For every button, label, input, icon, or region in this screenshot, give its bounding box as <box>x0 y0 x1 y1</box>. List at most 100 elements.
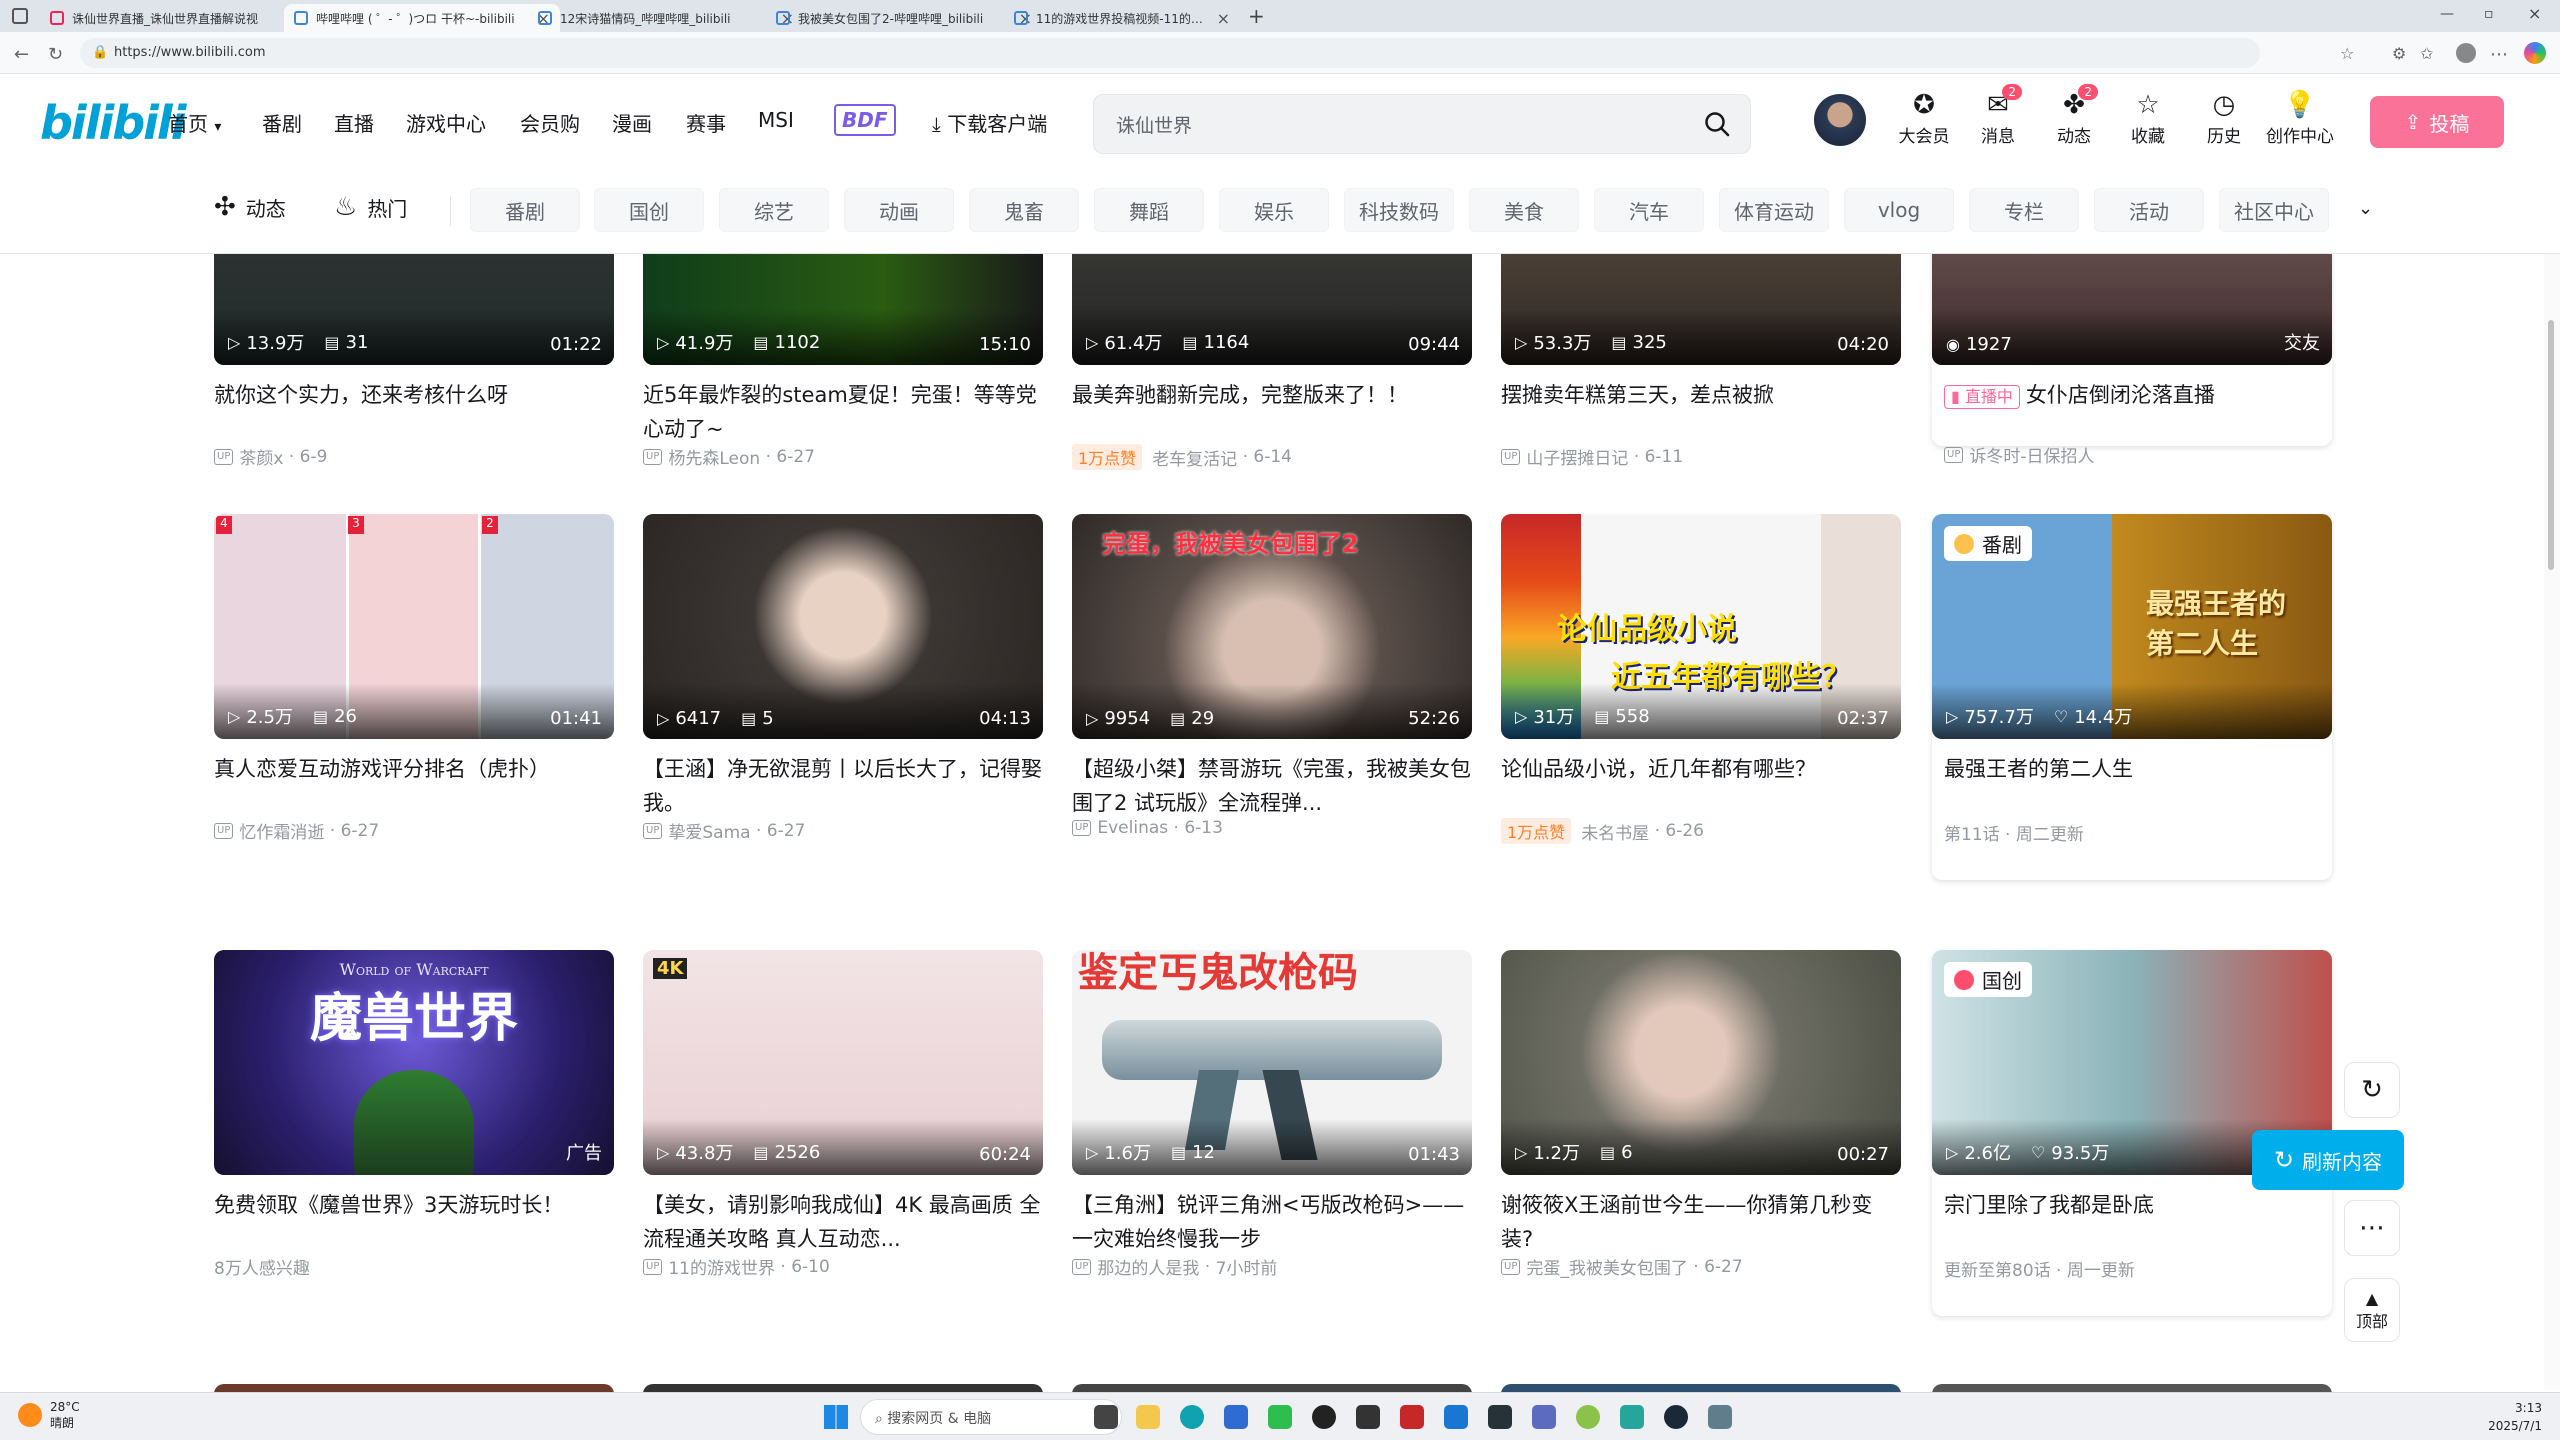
search-box[interactable] <box>1093 94 1751 154</box>
category-chip[interactable]: 体育运动 <box>1719 188 1829 232</box>
live-card[interactable]: ◉ 1927 交友 ▮ 直播中 女仆店倒闭沦落直播 UP 诉冬时-日保招人 <box>1932 254 2332 467</box>
browser-tab[interactable]: 我被美女包围了2-哔哩哔哩_bilibili × <box>766 4 1042 32</box>
store-icon[interactable] <box>1224 1405 1248 1429</box>
author[interactable]: 茶颜x <box>239 444 283 469</box>
taskbar-search[interactable]: ⌕ 搜索网页 & 电脑 <box>860 1399 1122 1435</box>
video-title[interactable]: 近5年最炸裂的steam夏促！完蛋！等等党心动了~ <box>643 378 1043 446</box>
category-chip[interactable]: 娱乐 <box>1219 188 1329 232</box>
live-title[interactable]: ▮ 直播中 女仆店倒闭沦落直播 <box>1944 378 2324 412</box>
video-title[interactable]: 真人恋爱互动游戏评分排名（虎扑） <box>214 752 614 786</box>
header-vip[interactable]: ✪ 大会员 <box>1894 88 1954 147</box>
author[interactable]: 诉冬时-日保招人 <box>1969 442 2094 467</box>
chevron-down-icon[interactable]: ⌄ <box>2358 198 2373 219</box>
category-chip[interactable]: 舞蹈 <box>1094 188 1204 232</box>
live-thumbnail[interactable]: ◉ 1927 交友 <box>1932 254 2332 365</box>
change-batch-button[interactable]: ↻ <box>2344 1062 2400 1118</box>
app-icon[interactable] <box>1356 1405 1380 1429</box>
clock[interactable]: 3:13 2025/7/1 <box>2470 1399 2542 1435</box>
new-tab-button[interactable]: + <box>1248 4 1265 28</box>
download-client-link[interactable]: ⤓ 下载客户端 <box>932 108 1047 137</box>
header-history[interactable]: ◷ 历史 <box>2194 88 2254 147</box>
category-chip[interactable]: 科技数码 <box>1344 188 1454 232</box>
browser-tab[interactable]: 11的游戏世界投稿视频-11的游戏 × <box>1004 4 1240 32</box>
video-thumbnail[interactable]: 4K ▷ 43.8万 ▤ 2526 60:24 <box>643 950 1043 1175</box>
app-icon[interactable] <box>1620 1405 1644 1429</box>
weather-widget[interactable]: 28°C 晴朗 <box>18 1399 80 1431</box>
author[interactable]: Evelinas <box>1097 818 1168 838</box>
category-chip[interactable]: 美食 <box>1469 188 1579 232</box>
search-icon[interactable] <box>1702 109 1732 139</box>
video-title[interactable]: 【超级小桀】禁哥游玩《完蛋，我被美女包围了2 试玩版》全流程弹... <box>1072 752 1472 820</box>
bangumi-thumbnail[interactable]: 最强王者的第二人生 番剧 ▷ 757.7万 ♡ 14.4万 <box>1932 514 2332 739</box>
category-chip[interactable]: 鬼畜 <box>969 188 1079 232</box>
nav-match[interactable]: 赛事 <box>686 108 726 137</box>
qq-icon[interactable] <box>1312 1405 1336 1429</box>
video-thumbnail[interactable]: ▷ 41.9万 ▤ 1102 15:10 <box>643 254 1043 365</box>
nav-game-center[interactable]: 游戏中心 <box>406 108 486 137</box>
file-explorer-icon[interactable] <box>1136 1405 1160 1429</box>
profile-icon[interactable] <box>2456 43 2476 63</box>
author[interactable]: 完蛋_我被美女包围了 <box>1526 1254 1688 1279</box>
nav-live[interactable]: 直播 <box>334 108 374 137</box>
back-to-top-button[interactable]: ▲ 顶部 <box>2344 1278 2400 1342</box>
url-field[interactable]: https://www.bilibili.com <box>80 38 2260 68</box>
video-title[interactable]: 【美女，请别影响我成仙】4K 最高画质 全流程通关攻略 真人互动恋... <box>643 1188 1043 1256</box>
category-chip[interactable]: 汽车 <box>1594 188 1704 232</box>
video-title[interactable]: 论仙品级小说，近几年都有哪些？ <box>1501 752 1901 786</box>
author[interactable]: 未名书屋 <box>1581 819 1649 844</box>
header-creator-center[interactable]: 💡 创作中心 <box>2260 88 2340 147</box>
nav-msi[interactable]: MSI <box>758 108 794 132</box>
author[interactable]: 那边的人是我 <box>1097 1254 1199 1279</box>
video-thumbnail[interactable]: 论仙品级小说 近五年都有哪些？ ▷ 31万 ▤ 558 02:37 <box>1501 514 1901 739</box>
start-button[interactable] <box>824 1405 848 1429</box>
close-icon[interactable]: × <box>1217 9 1230 28</box>
category-chip[interactable]: 专栏 <box>1969 188 2079 232</box>
bangumi-card[interactable]: 最强王者的第二人生 番剧 ▷ 757.7万 ♡ 14.4万 最强王者的第二人生 第11… <box>1932 514 2332 880</box>
app-icon[interactable] <box>1708 1405 1732 1429</box>
category-chip[interactable]: vlog <box>1844 188 1954 232</box>
maximize-icon[interactable]: ▫ <box>2484 6 2494 22</box>
video-thumbnail[interactable] <box>214 1384 614 1392</box>
app-icon[interactable] <box>1400 1405 1424 1429</box>
header-messages[interactable]: ✉ 2 消息 <box>1968 84 2028 147</box>
window-close-icon[interactable]: × <box>2528 4 2541 23</box>
header-favorites[interactable]: ☆ 收藏 <box>2118 88 2178 147</box>
author[interactable]: 杨先森Leon <box>668 444 760 469</box>
author[interactable]: 挚爱Sama <box>668 818 750 843</box>
nav-home[interactable]: 首页 ▾ <box>168 108 221 137</box>
ad-thumbnail[interactable]: World of Warcraft 魔兽世界 广告 <box>214 950 614 1175</box>
video-title[interactable]: 【王涵】净无欲混剪丨以后长大了，记得娶我。 <box>643 752 1043 820</box>
more-button[interactable]: ⋯ <box>2344 1200 2400 1256</box>
author[interactable]: 山子摆摊日记 <box>1526 444 1628 469</box>
category-chip[interactable]: 社区中心 <box>2219 188 2329 232</box>
video-thumbnail[interactable]: 完蛋，我被美女包围了2 ▷ 9954 ▤ 29 52:26 <box>1072 514 1472 739</box>
guochuang-title[interactable]: 宗门里除了我都是卧底 <box>1944 1188 2324 1222</box>
video-thumbnail[interactable] <box>1501 1384 1901 1392</box>
steam-icon[interactable] <box>1664 1405 1688 1429</box>
back-icon[interactable]: ← <box>14 44 29 65</box>
author[interactable]: 11的游戏世界 <box>668 1254 775 1279</box>
favorite-star-icon[interactable]: ☆ <box>2340 44 2354 63</box>
copilot-icon[interactable] <box>2524 42 2546 64</box>
app-icon[interactable] <box>1488 1405 1512 1429</box>
taskview-icon[interactable] <box>1094 1405 1118 1429</box>
refresh-content-button[interactable]: ↻ 刷新内容 <box>2252 1130 2404 1190</box>
video-title[interactable]: 【三角洲】锐评三角洲<丐版改枪码>——一灾难始终慢我一步 <box>1072 1188 1472 1256</box>
header-dynamics[interactable]: ✤ 2 动态 <box>2044 84 2104 147</box>
more-icon[interactable]: ⋯ <box>2490 44 2508 65</box>
category-chip[interactable]: 动画 <box>844 188 954 232</box>
video-thumbnail[interactable]: 鉴定丐鬼改枪码 ▷ 1.6万 ▤ 12 01:43 <box>1072 950 1472 1175</box>
author[interactable]: 忆作霜消逝 <box>239 818 324 843</box>
video-title[interactable]: 摆摊卖年糕第三天，差点被掀 <box>1501 378 1901 412</box>
app-icon[interactable] <box>1532 1405 1556 1429</box>
nav-manga[interactable]: 漫画 <box>612 108 652 137</box>
nav-bangumi[interactable]: 番剧 <box>262 108 302 137</box>
author[interactable]: 老车复活记 <box>1152 445 1237 470</box>
avatar[interactable] <box>1812 92 1868 148</box>
reload-icon[interactable]: ↻ <box>48 44 63 65</box>
minimize-icon[interactable]: — <box>2440 6 2454 22</box>
bdf-logo[interactable]: BDF <box>834 104 896 136</box>
bangumi-title[interactable]: 最强王者的第二人生 <box>1944 752 2324 786</box>
video-thumbnail[interactable]: ▷ 1.2万 ▤ 6 00:27 <box>1501 950 1901 1175</box>
category-chip[interactable]: 综艺 <box>719 188 829 232</box>
